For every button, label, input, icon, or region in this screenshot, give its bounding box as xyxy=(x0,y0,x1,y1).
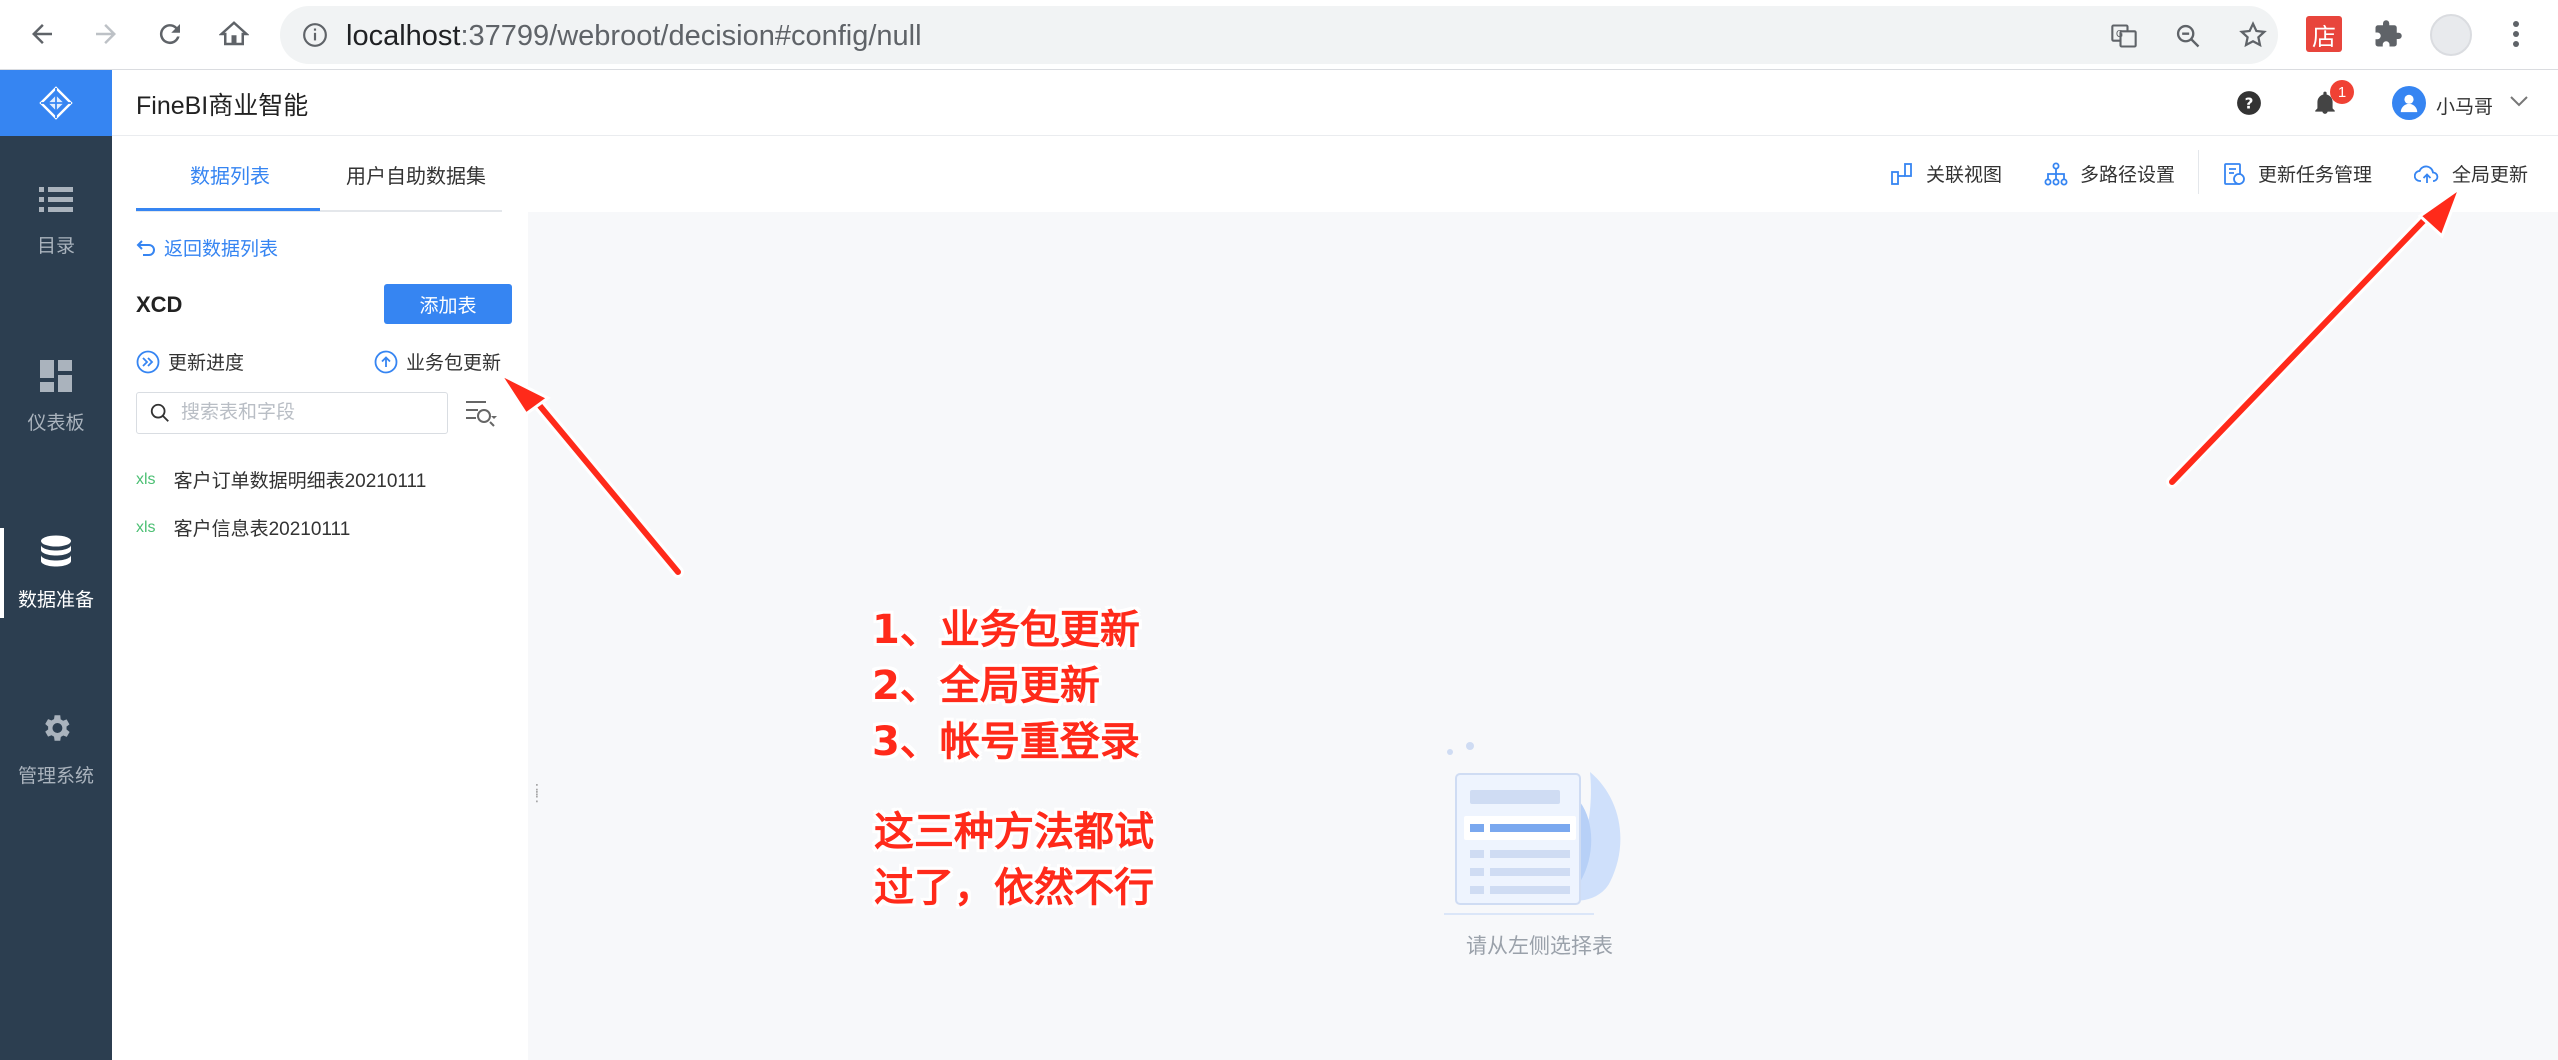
svg-text:?: ? xyxy=(2245,94,2254,112)
search-input[interactable] xyxy=(181,402,421,424)
update-task-manage-button[interactable]: 更新任务管理 xyxy=(2222,160,2372,187)
list-icon xyxy=(39,186,73,212)
search-icon xyxy=(150,403,169,422)
reload-icon[interactable] xyxy=(150,14,190,54)
update-progress-button[interactable]: 更新进度 xyxy=(136,348,244,375)
notification-badge: 1 xyxy=(2330,80,2354,104)
tab-data-list[interactable]: 数据列表 xyxy=(190,160,270,189)
xls-file-icon: xls xyxy=(136,518,156,536)
svg-text:G: G xyxy=(2116,29,2123,40)
translate-icon[interactable]: G xyxy=(2110,22,2138,50)
annotation-line: 1、业务包更新 xyxy=(872,607,1140,653)
search-box[interactable] xyxy=(136,392,448,434)
empty-state-illustration xyxy=(1444,742,1621,915)
address-bar[interactable]: localhost:37799/webroot/decision#config/… xyxy=(280,6,2278,64)
table-name: 客户信息表20210111 xyxy=(173,519,351,540)
tab-user-dataset[interactable]: 用户自助数据集 xyxy=(346,160,486,189)
sidebar-item-catalog[interactable]: 目录 xyxy=(0,136,112,306)
cloud-upload-icon xyxy=(2414,165,2439,183)
extension-store-icon[interactable]: 店 xyxy=(2306,16,2342,52)
empty-state-text: 请从左侧选择表 xyxy=(1466,935,1613,958)
back-link-label: 返回数据列表 xyxy=(164,239,279,260)
filter-settings-icon[interactable] xyxy=(464,398,498,428)
relation-view-label: 关联视图 xyxy=(1926,165,2003,186)
relation-view-button[interactable]: 关联视图 xyxy=(1890,160,2002,187)
panel-resize-handle[interactable]: ⋮ ⋮ xyxy=(530,782,544,803)
url-host: localhost xyxy=(346,20,461,52)
browser-menu-icon[interactable] xyxy=(2496,14,2536,54)
table-item[interactable]: xls 客户信息表20210111 xyxy=(136,514,350,541)
relation-icon xyxy=(1891,162,1912,185)
info-icon[interactable] xyxy=(302,22,328,48)
task-icon xyxy=(2224,162,2245,185)
active-tab-indicator xyxy=(136,208,320,211)
sidebar-item-label: 目录 xyxy=(36,235,75,257)
package-update-button[interactable]: 业务包更新 xyxy=(374,348,501,375)
data-list-panel: 数据列表 用户自助数据集 返回数据列表 XCD 添加表 更新进度 业务包更新 搜… xyxy=(112,136,528,1060)
task-manage-label: 更新任务管理 xyxy=(2258,165,2373,186)
return-arrow-icon xyxy=(136,239,155,256)
database-icon xyxy=(41,535,71,566)
app-title: FineBI商业智能 xyxy=(136,92,309,120)
toolbar-divider xyxy=(2198,150,2199,194)
annotation-steps: 1、业务包更新 2、全局更新 3、帐号重登录 xyxy=(872,602,1140,770)
chevron-down-icon[interactable] xyxy=(2510,96,2528,108)
sidebar-item-data-prep[interactable]: 数据准备 xyxy=(0,488,112,658)
zoom-icon[interactable] xyxy=(2174,22,2202,50)
add-table-button[interactable]: 添加表 xyxy=(384,284,512,324)
progress-icon xyxy=(136,350,160,373)
sidebar-item-label: 仪表板 xyxy=(27,412,85,434)
global-update-button[interactable]: 全局更新 xyxy=(2414,160,2528,187)
back-arrow-icon[interactable] xyxy=(22,14,62,54)
annotation-line: 过了，依然不行 xyxy=(874,865,1154,911)
dashboard-icon xyxy=(40,359,72,392)
sidebar-item-label: 数据准备 xyxy=(17,589,94,611)
annotation-line: 3、帐号重登录 xyxy=(872,719,1140,765)
sidebar-item-dashboard[interactable]: 仪表板 xyxy=(0,312,112,482)
package-update-label: 业务包更新 xyxy=(406,353,502,374)
extensions-puzzle-icon[interactable] xyxy=(2368,14,2408,54)
annotation-note: 这三种方法都试 过了，依然不行 xyxy=(874,804,1154,916)
package-name: XCD xyxy=(136,292,183,317)
multipath-settings-button[interactable]: 多路径设置 xyxy=(2044,160,2175,187)
annotation-line: 这三种方法都试 xyxy=(874,809,1154,855)
sidebar-item-management[interactable]: 管理系统 xyxy=(0,664,112,834)
back-to-list-link[interactable]: 返回数据列表 xyxy=(136,234,278,261)
forward-arrow-icon[interactable] xyxy=(86,14,126,54)
user-name[interactable]: 小马哥 xyxy=(2436,92,2493,119)
finebi-logo-icon[interactable] xyxy=(0,70,112,136)
annotation-line: 2、全局更新 xyxy=(872,663,1100,709)
browser-toolbar: localhost:37799/webroot/decision#config/… xyxy=(0,0,2558,70)
profile-avatar[interactable] xyxy=(2430,14,2472,56)
star-icon[interactable] xyxy=(2238,20,2268,50)
multipath-label: 多路径设置 xyxy=(2080,165,2176,186)
table-item[interactable]: xls 客户订单数据明细表20210111 xyxy=(136,466,426,493)
upload-circle-icon xyxy=(374,350,398,373)
xls-file-icon: xls xyxy=(136,470,156,488)
table-name: 客户订单数据明细表20210111 xyxy=(173,471,427,492)
home-icon[interactable] xyxy=(214,14,254,54)
hierarchy-icon xyxy=(2044,162,2068,185)
url-path: :37799/webroot/decision#config/null xyxy=(460,20,922,52)
app-header: FineBI商业智能 ? 1 小马哥 xyxy=(0,70,2558,136)
sidebar: 目录 仪表板 数据准备 管理系统 xyxy=(0,136,112,1060)
global-update-label: 全局更新 xyxy=(2452,165,2529,186)
update-progress-label: 更新进度 xyxy=(168,353,245,374)
gear-icon xyxy=(45,714,70,741)
help-icon[interactable]: ? xyxy=(2236,90,2262,116)
panel-tabs: 数据列表 用户自助数据集 xyxy=(136,136,502,212)
sidebar-item-label: 管理系统 xyxy=(17,765,94,787)
url-text[interactable]: localhost:37799/webroot/decision#config/… xyxy=(346,20,922,53)
user-avatar-icon[interactable] xyxy=(2392,86,2426,120)
